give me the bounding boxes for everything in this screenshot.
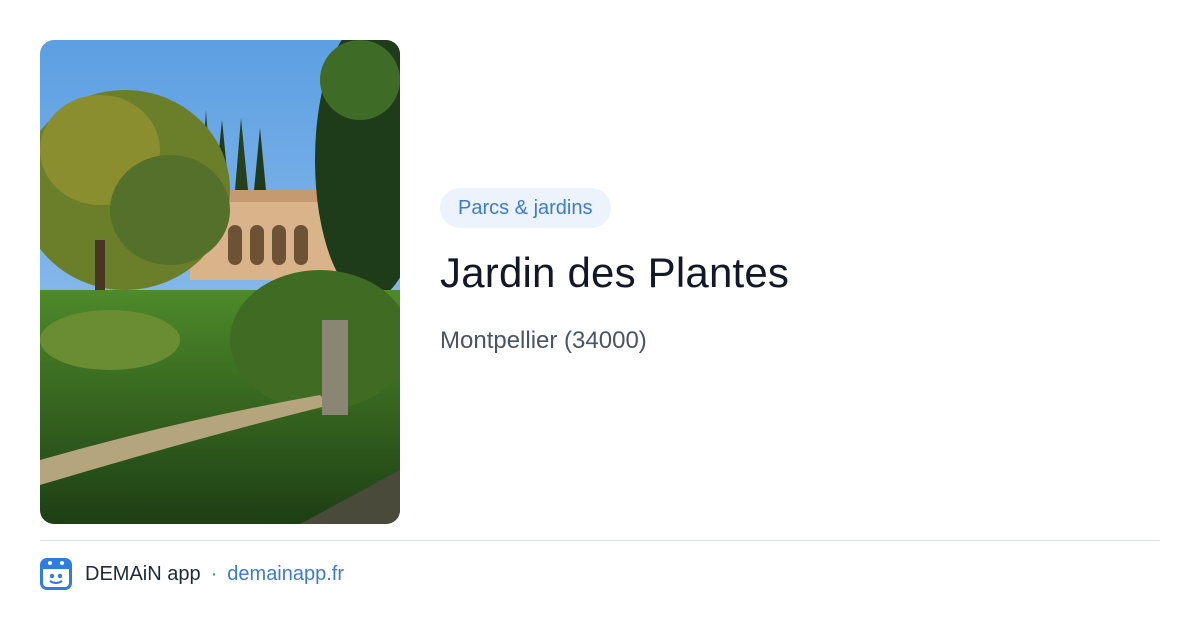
place-title: Jardin des Plantes bbox=[440, 249, 790, 296]
footer-separator: · bbox=[210, 562, 218, 585]
footer: DEMAiN app · demainapp.fr bbox=[40, 558, 344, 590]
place-info: Parcs & jardins Jardin des Plantes Montp… bbox=[440, 188, 789, 356]
app-name: DEMAiN app bbox=[85, 562, 201, 585]
divider bbox=[40, 540, 1160, 541]
demain-app-logo-icon bbox=[40, 558, 72, 590]
place-photo bbox=[40, 40, 400, 524]
site-link[interactable]: demainapp.fr bbox=[227, 563, 344, 586]
category-badge: Parcs & jardins bbox=[440, 188, 611, 228]
place-location: Montpellier (34000) bbox=[440, 327, 647, 354]
